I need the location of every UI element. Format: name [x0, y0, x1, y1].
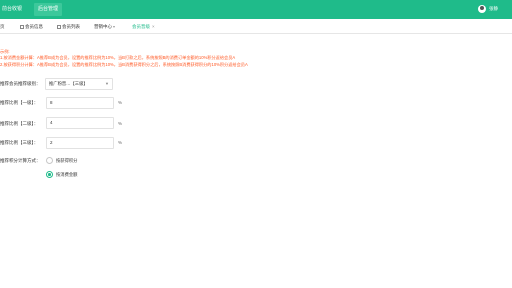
radio-by-points[interactable] [46, 157, 53, 164]
ratio3-input[interactable]: 2 [46, 137, 114, 149]
tab-member-info[interactable]: 会员信息 [20, 22, 43, 32]
chevron-down-icon: ▼ [105, 81, 109, 86]
tab-label: 会员晋级 [132, 24, 150, 29]
tab-member-list[interactable]: 会员列表 [57, 22, 80, 32]
tab-home[interactable]: 页 [0, 22, 5, 32]
radio-by-amount[interactable] [46, 171, 53, 178]
tab-label: 页 [0, 24, 5, 29]
tab-page-icon [57, 24, 61, 29]
ratio3-label: 推荐比例【三级】： [0, 140, 39, 145]
radio-by-points-label[interactable]: 按获得积分 [56, 158, 77, 164]
nav-admin-management[interactable]: 后台管理 [34, 3, 63, 16]
level-select-value: 推广粉晋…【三级】 [49, 81, 88, 86]
page-tab-bar: 页 会员信息 会员列表 营销中心▾ 会员晋级 × [0, 19, 512, 34]
tab-label: 会员信息 [25, 24, 43, 29]
ratio2-unit: % [118, 121, 123, 126]
level-label: 推荐会员推荐级别： [0, 81, 41, 86]
ratio2-label: 推荐比例【二级】： [0, 121, 39, 126]
tab-label: 会员列表 [62, 24, 80, 29]
tab-member-upgrade[interactable]: 会员晋级 × [132, 22, 155, 32]
close-icon[interactable]: × [152, 24, 155, 29]
ratio1-unit: % [118, 100, 123, 105]
ratio1-input[interactable]: 8 [46, 97, 114, 109]
radio-by-amount-label[interactable]: 按消费金额 [56, 172, 77, 178]
tab-label: 营销中心 [94, 24, 112, 29]
ratio3-unit: % [118, 140, 123, 145]
nav-front-cashier[interactable]: 前台收银 [0, 3, 24, 16]
user-name[interactable]: 张静 [489, 5, 498, 13]
tab-marketing-center[interactable]: 营销中心▾ [94, 22, 115, 32]
level-select[interactable]: 推广粉晋…【三级】 ▼ [45, 78, 113, 90]
ratio1-label: 推荐比例【一级】： [0, 100, 39, 105]
user-avatar-icon[interactable] [478, 5, 486, 13]
top-navigation-bar: 前台收银 后台管理 张静 [0, 0, 512, 19]
notice-line-consumption: 1.按消费金额计算：A推荐B成为会员，设置的推荐比例为10%，当B打款之后，系统… [0, 55, 236, 60]
notice-line-points: 2.按获得积分计算：A推荐B成为会员，设置的推荐比例为10%，当B消费获得积分之… [0, 62, 248, 67]
ratio2-input[interactable]: 4 [46, 117, 114, 129]
tab-page-icon [20, 24, 24, 29]
chevron-down-icon: ▾ [113, 24, 116, 29]
calc-method-label: 推荐积分计算方式： [0, 158, 41, 163]
